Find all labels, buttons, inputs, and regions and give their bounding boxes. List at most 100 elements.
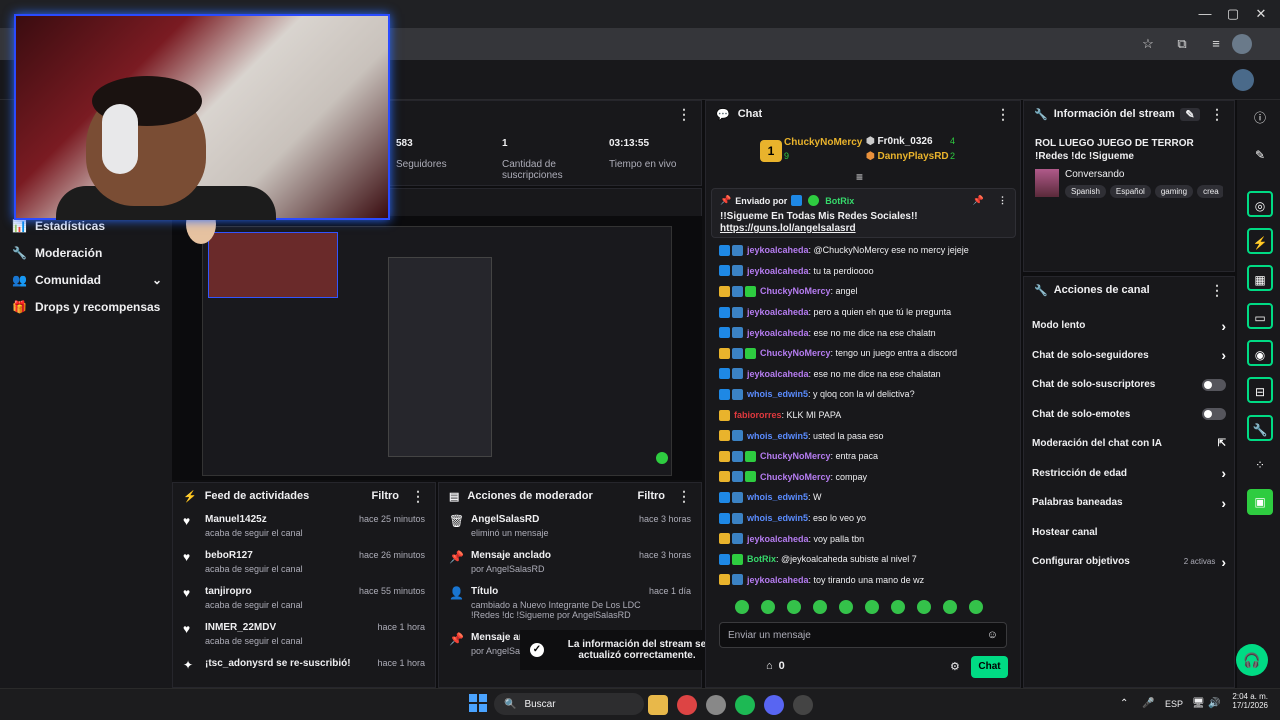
feed-item[interactable]: ♥ Manuel1425z acaba de seguir el canal h… <box>173 509 435 545</box>
calendar-icon[interactable]: ▦ <box>1247 265 1273 291</box>
emote-icon[interactable] <box>787 600 801 614</box>
channel-action-item[interactable]: Configurar objetivos 2 activas › <box>1024 547 1234 577</box>
star-icon[interactable]: ☆ <box>1138 34 1158 54</box>
channel-action-item[interactable]: Chat de solo-emotes <box>1024 400 1234 430</box>
leaderboard-second-name[interactable]: ⬢ Fr0nk_0326 <box>866 136 933 147</box>
edit-icon[interactable]: ✎ <box>1180 107 1200 121</box>
chat-username[interactable]: BotRix <box>747 554 776 564</box>
dots-icon[interactable]: ⁘ <box>1247 452 1273 478</box>
leaderboard-first-name[interactable]: ChuckyNoMercy <box>784 137 862 148</box>
chat-username[interactable]: ChuckyNoMercy <box>760 348 831 358</box>
category-name[interactable]: Conversando <box>1065 169 1223 180</box>
edit-icon[interactable]: ✎ <box>1247 142 1273 168</box>
filter-button[interactable]: Filtro <box>638 490 666 502</box>
leaderboard-third-name[interactable]: ⬢ DannyPlaysRD <box>866 151 949 162</box>
more-icon[interactable]: ⋮ <box>998 195 1007 206</box>
channel-action-item[interactable]: Hostear canal <box>1024 518 1234 548</box>
chat-message[interactable]: BotRix: @jeykoalcaheda subiste al nivel … <box>705 549 1015 570</box>
emote-icon[interactable] <box>969 600 983 614</box>
more-icon[interactable]: ⋮ <box>411 488 425 505</box>
feed-item[interactable]: ♥ beboR127 acaba de seguir el canal hace… <box>173 545 435 581</box>
chat-username[interactable]: fabiororres <box>734 410 782 420</box>
chat-username[interactable]: jeykoalcaheda <box>747 307 809 317</box>
puzzle-icon[interactable]: ⧉ <box>1172 34 1192 54</box>
chat-message[interactable]: jeykoalcaheda: @ChuckyNoMercy ese no mer… <box>705 240 1015 261</box>
tag[interactable]: Español <box>1109 185 1151 198</box>
channel-action-item[interactable]: Chat de solo-seguidores › <box>1024 341 1234 371</box>
chat-username[interactable]: ChuckyNoMercy <box>760 451 831 461</box>
chat-message[interactable]: whois_edwin5: W <box>705 487 1015 508</box>
chat-username[interactable]: ChuckyNoMercy <box>760 472 831 482</box>
mod-action-item[interactable]: 👤 Título cambiado a Nuevo Integrante De … <box>439 581 701 627</box>
collapse-icon[interactable]: ≡ <box>856 170 863 184</box>
obs-icon[interactable] <box>793 695 813 715</box>
mic-icon[interactable]: 🎤 <box>1142 698 1154 709</box>
sidebar-item-comunidad[interactable]: 👥 Comunidad ⌄ <box>12 273 162 287</box>
sidebar-item-moderacion[interactable]: 🔧 Moderación <box>12 246 102 260</box>
pinned-link[interactable]: https://guns.lol/angelsalasrd <box>720 223 1007 234</box>
tag[interactable]: crea <box>1197 185 1223 198</box>
chat-bubble-icon[interactable]: ▭ <box>1247 303 1273 329</box>
mod-action-item[interactable]: 🗑 AngelSalasRD eliminó un mensaje hace 3… <box>439 509 701 545</box>
chat-username[interactable]: whois_edwin5 <box>747 492 808 502</box>
user-avatar[interactable] <box>1232 69 1254 91</box>
emote-icon[interactable] <box>943 600 957 614</box>
chat-input[interactable]: Enviar un mensaje ☺ <box>719 622 1007 648</box>
settings-icon[interactable]: ⚙ <box>950 660 960 673</box>
discord-icon[interactable] <box>764 695 784 715</box>
filter-button[interactable]: Filtro <box>372 490 400 502</box>
chat-message[interactable]: ChuckyNoMercy: compay <box>705 467 1015 488</box>
chevron-up-icon[interactable]: ⌃ <box>1120 698 1128 709</box>
more-icon[interactable]: ⋮ <box>1210 282 1224 299</box>
unpin-icon[interactable]: 📌 <box>973 195 984 206</box>
chat-username[interactable]: jeykoalcaheda <box>747 266 809 276</box>
emote-icon[interactable] <box>735 600 749 614</box>
emote-icon[interactable] <box>917 600 931 614</box>
chat-message[interactable]: jeykoalcaheda: ese no me dice na ese cha… <box>705 364 1015 385</box>
chat-message[interactable]: jeykoalcaheda: tu ta perdioooo <box>705 261 1015 282</box>
clock[interactable]: 2:04 a. m. 17/1/2026 <box>1228 692 1268 710</box>
chat-username[interactable]: whois_edwin5 <box>747 431 808 441</box>
spotify-icon[interactable] <box>735 695 755 715</box>
layout-icon[interactable]: ⊟ <box>1247 377 1273 403</box>
chat-message[interactable]: jeykoalcaheda: voy palla tbn <box>705 528 1015 549</box>
channel-action-item[interactable]: Modo lento › <box>1024 311 1234 341</box>
channel-points[interactable]: ⌂ 0 <box>766 660 785 672</box>
sidebar-item-drops[interactable]: 🎁 Drops y recompensas <box>12 300 160 314</box>
media-icon[interactable]: ≡ <box>1206 34 1226 54</box>
chat-message[interactable]: whois_edwin5: y qloq con la wl delictiva… <box>705 384 1015 405</box>
volume-icon[interactable]: 🔊 <box>1208 698 1220 709</box>
more-icon[interactable]: ⋮ <box>1210 106 1224 123</box>
chat-message[interactable]: whois_edwin5: eso lo veo yo <box>705 508 1015 529</box>
toggle-switch[interactable] <box>1202 408 1226 421</box>
sidebar-item-estadisticas[interactable]: 📊 Estadísticas <box>12 219 105 233</box>
profile-avatar[interactable] <box>1232 34 1252 54</box>
chat-message[interactable]: jeykoalcaheda: toy tirando una mano de w… <box>705 570 1015 591</box>
close-icon[interactable]: ✕ <box>1244 4 1278 24</box>
chat-message[interactable]: ChuckyNoMercy: entra paca <box>705 446 1015 467</box>
channel-action-item[interactable]: Restricción de edad › <box>1024 459 1234 489</box>
chat-message[interactable]: jeykoalcaheda: pero a quien eh que tú le… <box>705 302 1015 323</box>
chat-username[interactable]: jeykoalcaheda <box>747 534 809 544</box>
chat-message[interactable]: ChuckyNoMercy: tengo un juego entra a di… <box>705 343 1015 364</box>
settings-icon[interactable] <box>706 695 726 715</box>
emote-icon[interactable] <box>891 600 905 614</box>
emoji-icon[interactable]: ☺ <box>987 629 998 641</box>
feed-item[interactable]: ♥ tanjiropro acaba de seguir el canal ha… <box>173 581 435 617</box>
windows-start-icon[interactable] <box>469 694 487 712</box>
emote-icon[interactable] <box>839 600 853 614</box>
chat-username[interactable]: jeykoalcaheda <box>747 575 809 585</box>
feed-item[interactable]: ♥ INMER_22MDV acaba de seguir el canal h… <box>173 617 435 653</box>
tag[interactable]: Spanish <box>1065 185 1106 198</box>
chat-send-button[interactable]: Chat <box>971 656 1008 678</box>
chat-message[interactable]: jeykoalcaheda: ese no me dice na ese cha… <box>705 322 1015 343</box>
emote-icon[interactable] <box>761 600 775 614</box>
emote-icon[interactable] <box>813 600 827 614</box>
channel-action-item[interactable]: Palabras baneadas › <box>1024 488 1234 518</box>
toggle-switch[interactable] <box>1202 378 1226 391</box>
chat-username[interactable]: jeykoalcaheda <box>747 369 809 379</box>
channel-action-item[interactable]: Chat de solo-suscriptores <box>1024 370 1234 400</box>
clip-icon[interactable]: ◎ <box>1247 191 1273 217</box>
tag[interactable]: gaming <box>1154 185 1194 198</box>
more-icon[interactable]: ⋮ <box>996 106 1010 123</box>
